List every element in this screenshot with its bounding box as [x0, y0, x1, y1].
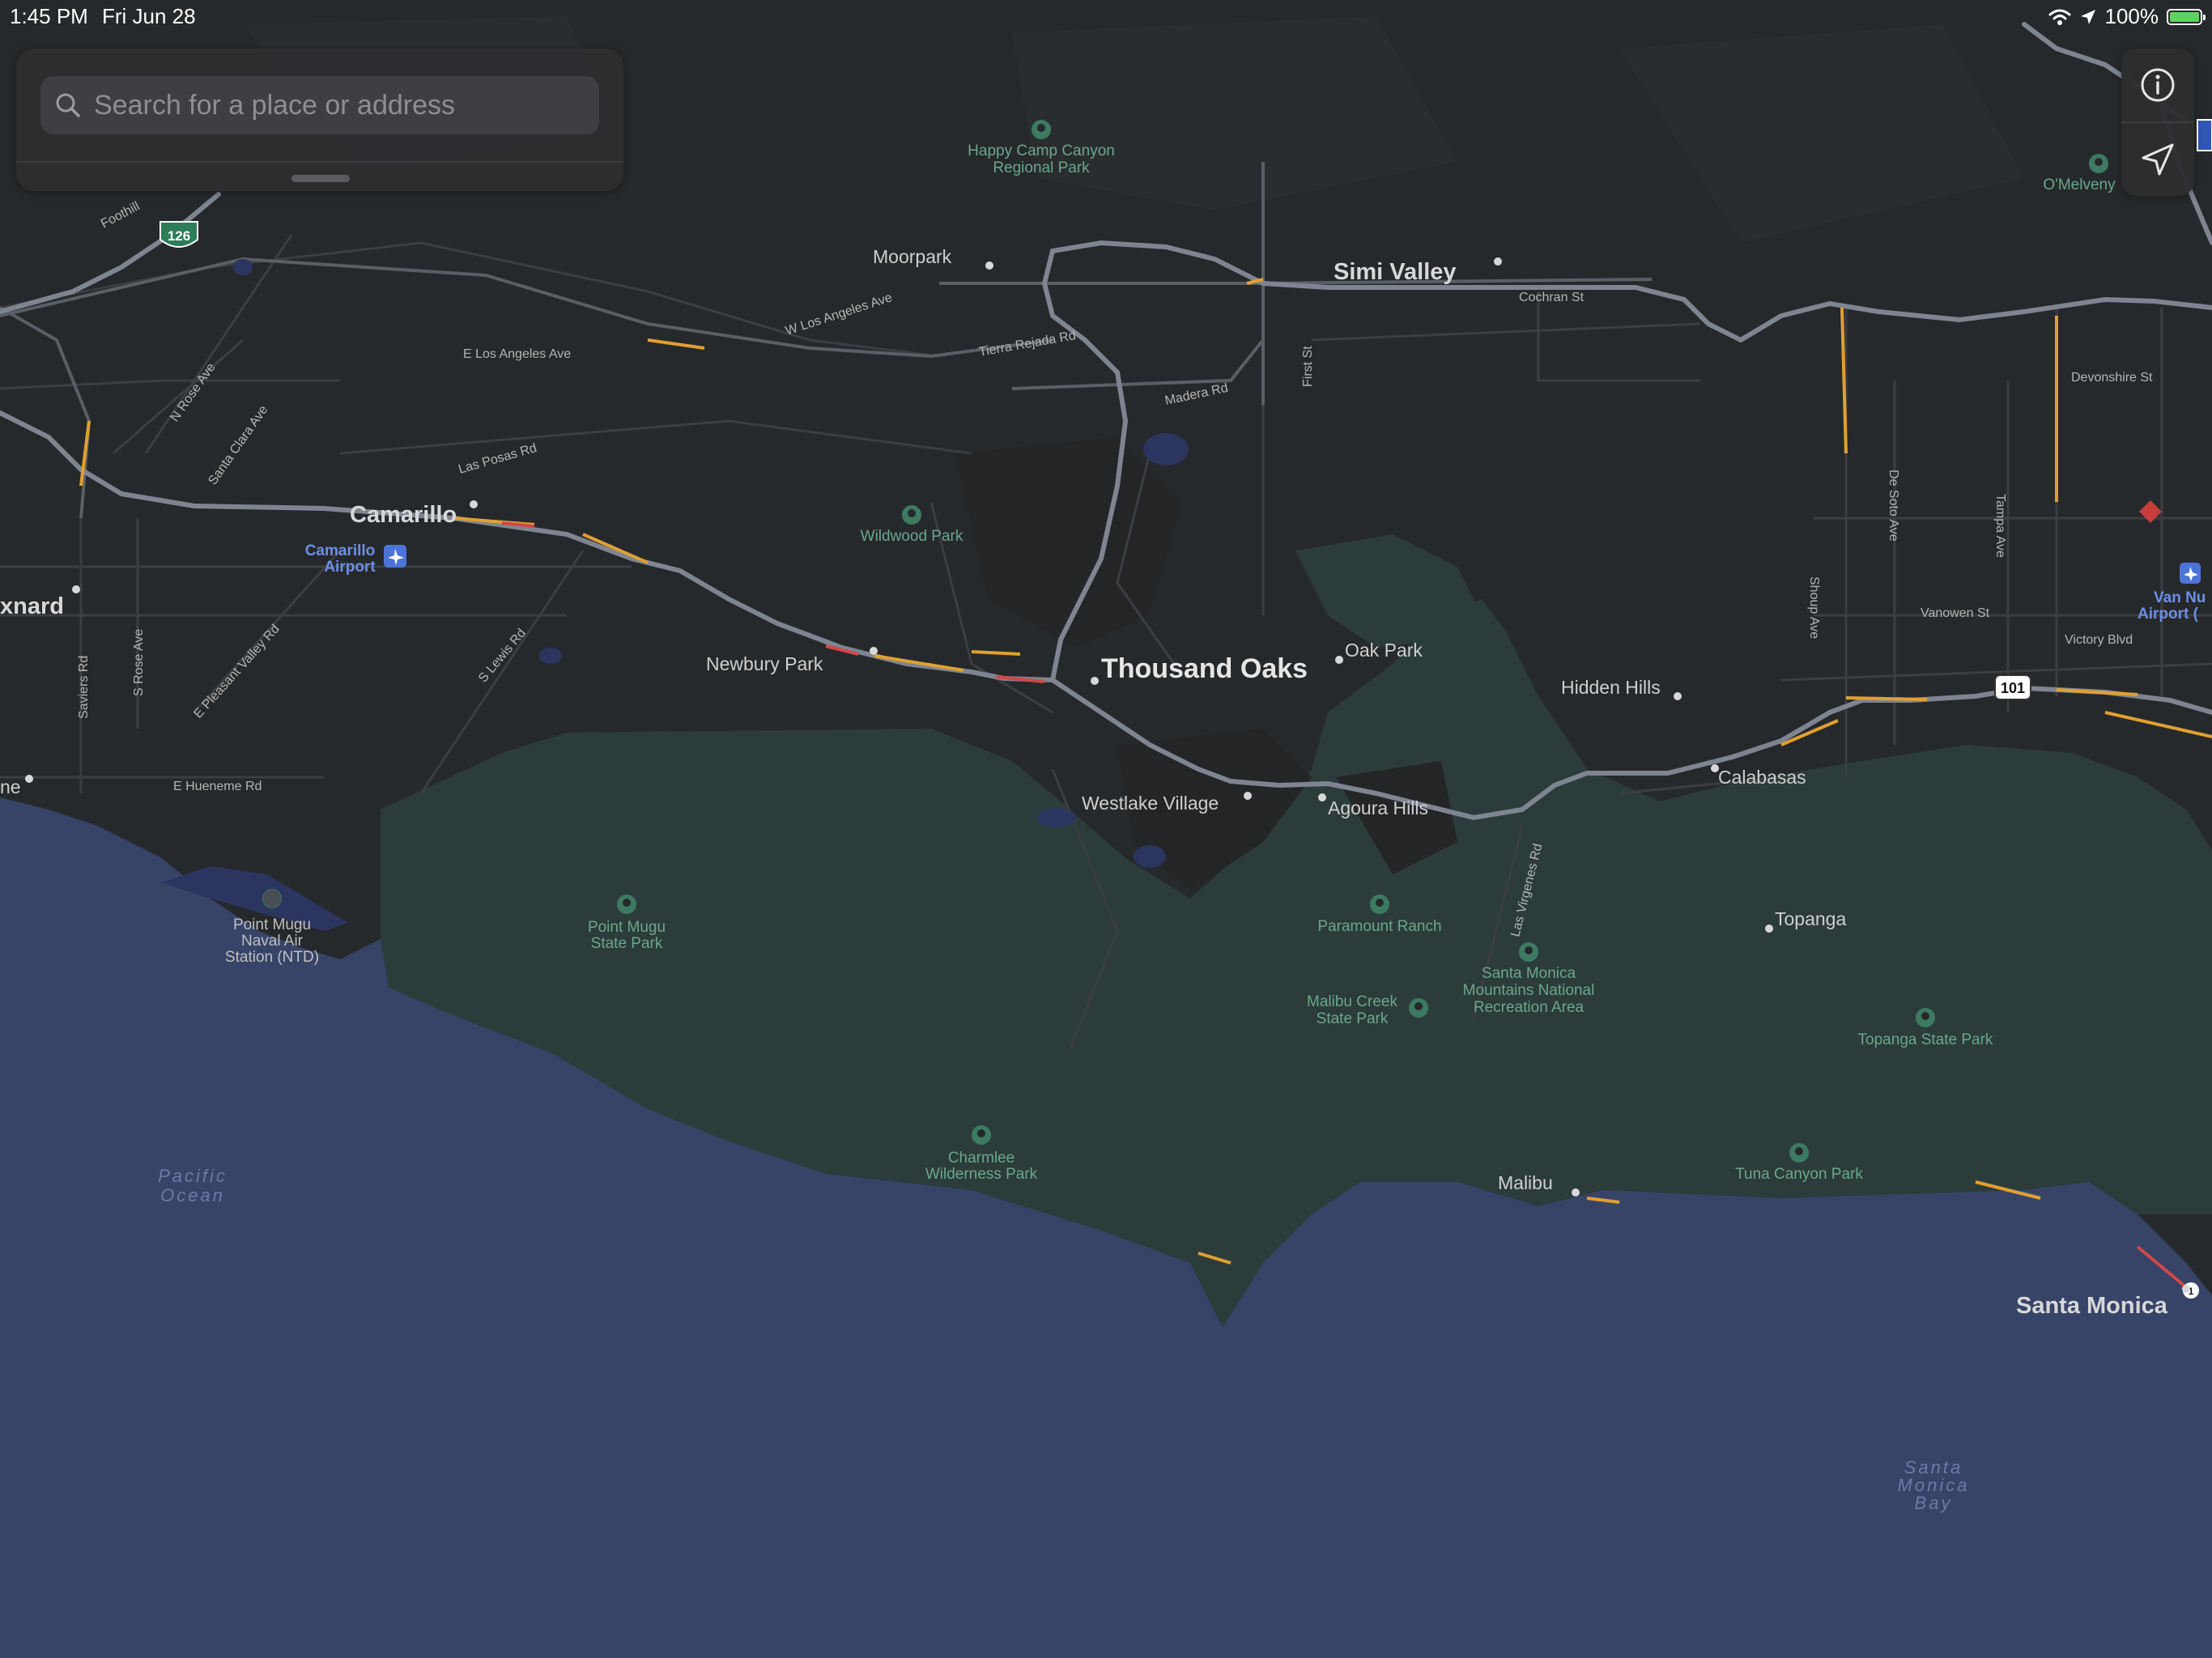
status-bar: 1:45 PM Fri Jun 28 100% — [0, 0, 2212, 32]
card-divider — [16, 161, 623, 163]
label-victory: Victory Blvd — [2065, 633, 2133, 647]
label-malibu-creek-2: State Park — [1317, 1010, 1389, 1027]
label-naval-3: Station (NTD) — [225, 949, 319, 966]
label-malibu-creek-1: Malibu Creek — [1307, 993, 1397, 1010]
label-devonshire: Devonshire St — [2071, 371, 2153, 385]
label-topanga: Topanga — [1775, 908, 1846, 929]
label-cochran: Cochran St — [1519, 291, 1585, 304]
label-van-nuys-airport-1: Van Nu — [2154, 589, 2206, 606]
label-thousand-oaks: Thousand Oaks — [1101, 653, 1308, 684]
label-agoura-hills: Agoura Hills — [1328, 797, 1428, 818]
sr126-label: 126 — [168, 228, 190, 244]
map-controls — [2121, 49, 2194, 196]
label-pacific-2: Ocean — [160, 1185, 225, 1205]
label-saviers: Saviers Rd — [77, 656, 91, 719]
label-smm-3: Recreation Area — [1474, 999, 1585, 1016]
label-naval-2: Naval Air — [241, 933, 304, 950]
airport-icon — [384, 545, 406, 568]
location-arrow-icon — [2142, 143, 2174, 176]
us101-shield: 101 — [1994, 674, 2031, 700]
label-camarillo-airport-2: Airport — [324, 559, 376, 576]
status-time: 1:45 PM — [10, 4, 88, 28]
us101-label: 101 — [2001, 680, 2025, 696]
search-icon — [56, 93, 80, 117]
label-wildwood-park: Wildwood Park — [861, 528, 963, 545]
label-point-mugu-sp-1: Point Mugu — [588, 919, 666, 936]
label-charmlee-1: Charmlee — [948, 1150, 1015, 1167]
label-happy-camp-1: Happy Camp Canyon — [968, 142, 1115, 159]
label-camarillo: Camarillo — [350, 502, 457, 528]
label-e-hueneme: E Hueneme Rd — [173, 780, 262, 793]
label-smb-3: Bay — [1915, 1493, 1953, 1513]
label-de-soto: De Soto Ave — [1887, 470, 1900, 542]
label-smm-2: Mountains National — [1463, 982, 1595, 999]
battery-percent: 100% — [2104, 4, 2159, 28]
label-santa-monica: Santa Monica — [2016, 1293, 2168, 1319]
naval-station-marker — [263, 890, 281, 908]
battery-icon — [2167, 8, 2206, 25]
label-hidden-hills: Hidden Hills — [1561, 677, 1661, 698]
label-malibu: Malibu — [1498, 1172, 1553, 1193]
search-card[interactable] — [16, 49, 623, 191]
label-moorpark: Moorpark — [873, 246, 952, 267]
label-van-nuys-airport-2: Airport ( — [2138, 606, 2199, 623]
label-naval-1: Point Mugu — [233, 916, 311, 933]
label-omelveny: O'Melveny — [2043, 176, 2116, 193]
status-right-group: 100% — [2048, 4, 2206, 29]
label-s-rose: S Rose Ave — [132, 629, 146, 696]
label-topanga-state-park: Topanga State Park — [1858, 1031, 1993, 1048]
search-input[interactable] — [92, 88, 599, 122]
label-calabasas: Calabasas — [1718, 767, 1806, 788]
map-canvas[interactable]: 126 101 1 Thousand Oaks Simi Valley Cama… — [0, 0, 2212, 1658]
label-westlake-village: Westlake Village — [1082, 793, 1219, 814]
label-camarillo-airport-1: Camarillo — [305, 542, 376, 559]
label-e-los-angeles: E Los Angeles Ave — [463, 347, 571, 361]
label-shoup: Shoup Ave — [1807, 576, 1821, 639]
label-port-hueneme: ne — [0, 776, 21, 797]
label-vanowen: Vanowen St — [1921, 606, 1990, 620]
label-point-mugu-sp-2: State Park — [591, 935, 663, 952]
label-oxnard: xnard — [0, 593, 64, 619]
label-charmlee-2: Wilderness Park — [925, 1166, 1038, 1183]
label-happy-camp-2: Regional Park — [993, 159, 1090, 176]
search-field[interactable] — [40, 76, 599, 134]
sr126-shield: 126 — [160, 221, 198, 248]
label-first-st: First St — [1301, 346, 1315, 387]
label-newbury-park: Newbury Park — [706, 653, 823, 674]
label-oak-park: Oak Park — [1345, 640, 1423, 661]
card-grabber[interactable] — [291, 175, 350, 182]
interstate-shield — [2197, 119, 2212, 151]
current-location-button[interactable] — [2121, 123, 2194, 196]
label-pacific-1: Pacific — [158, 1166, 228, 1186]
status-date: Fri Jun 28 — [102, 4, 196, 28]
info-button[interactable] — [2121, 49, 2194, 121]
label-paramount-ranch: Paramount Ranch — [1317, 918, 1441, 935]
label-tampa: Tampa Ave — [1993, 494, 2007, 558]
van-nuys-airport-icon — [2180, 563, 2201, 584]
label-smm-1: Santa Monica — [1482, 965, 1576, 982]
info-circle-icon — [2141, 68, 2175, 102]
label-tuna-canyon: Tuna Canyon Park — [1735, 1166, 1863, 1183]
location-services-icon — [2080, 9, 2095, 24]
label-simi-valley: Simi Valley — [1334, 259, 1457, 285]
wifi-icon — [2048, 9, 2070, 25]
